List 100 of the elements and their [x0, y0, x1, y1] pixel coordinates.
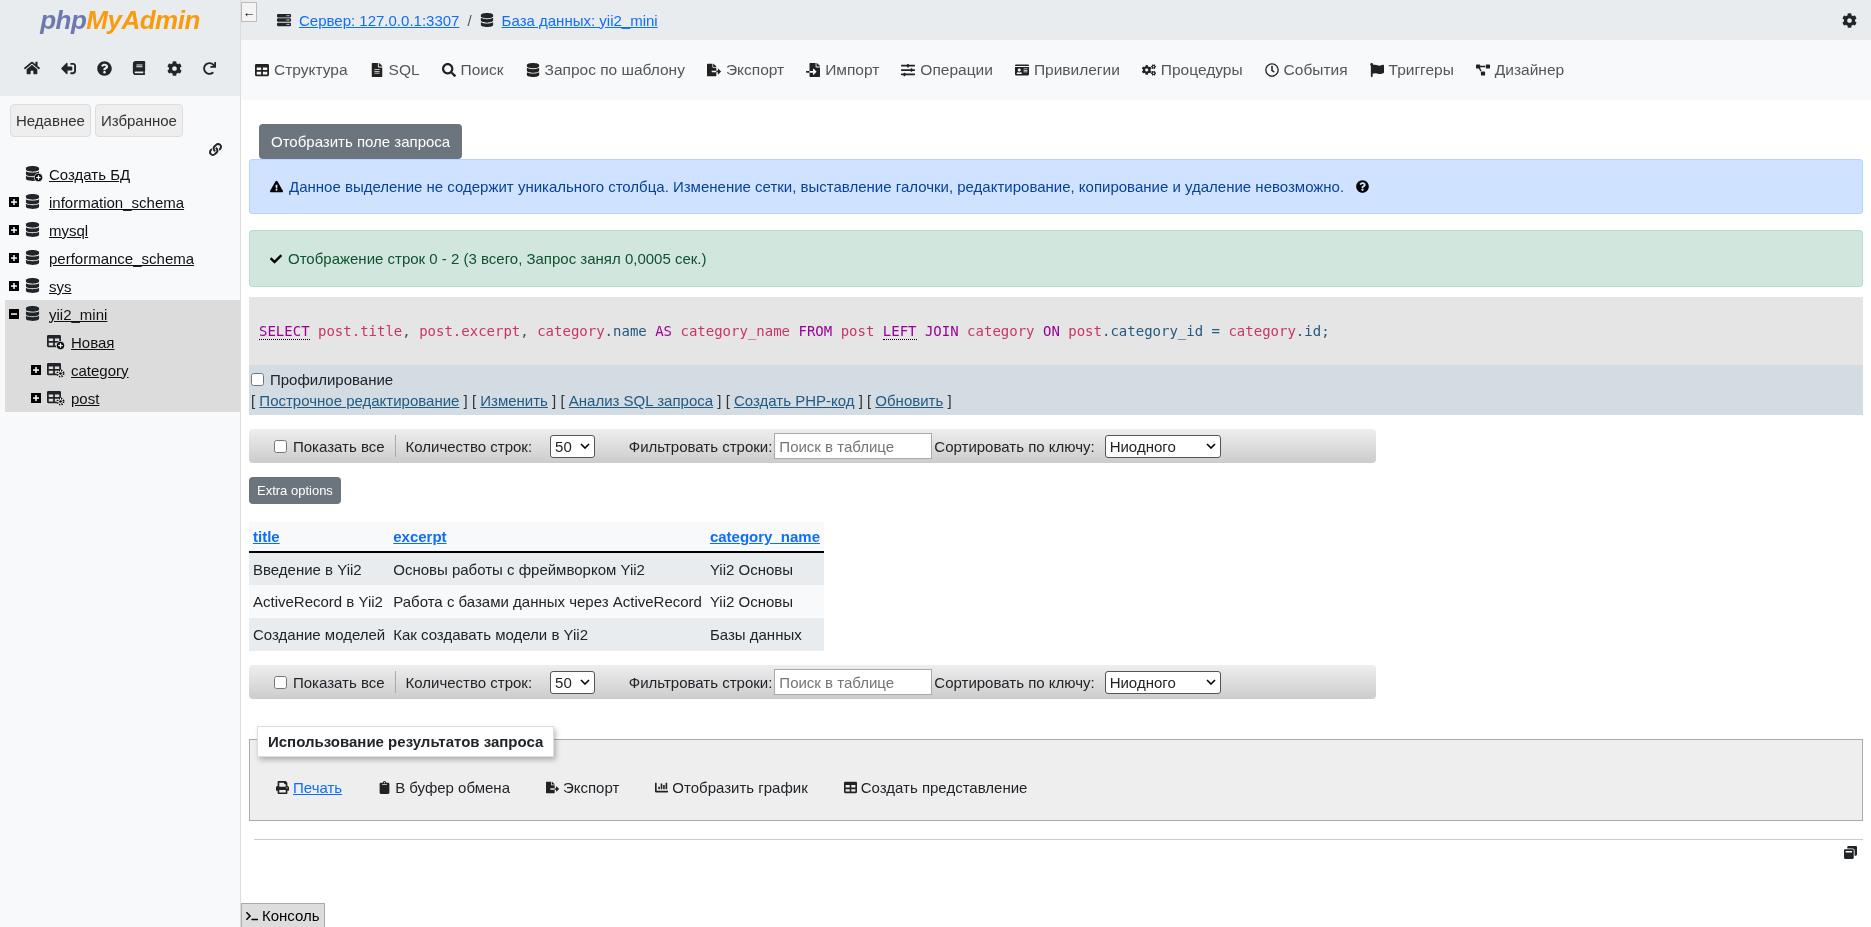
tab[interactable]: Запрос по шаблону: [525, 61, 685, 79]
logout-icon[interactable]: [61, 60, 76, 76]
expand-icon[interactable]: [9, 281, 19, 291]
tab[interactable]: Структура: [255, 61, 348, 79]
result-action[interactable]: Печать: [276, 778, 343, 796]
book-icon[interactable]: [132, 61, 147, 75]
expand-icon[interactable]: [9, 225, 19, 235]
tab[interactable]: Процедуры: [1141, 61, 1243, 79]
expand-icon[interactable]: [31, 365, 41, 375]
tree-row[interactable]: Создать БД: [5, 160, 240, 188]
settings-icon[interactable]: [1842, 12, 1857, 28]
filter-field[interactable]: Поиск в таблице: [774, 669, 933, 695]
tree-row[interactable]: information_schema: [5, 188, 240, 216]
rows-label: Количество строк:: [405, 437, 533, 455]
tree-row[interactable]: post: [5, 384, 240, 412]
tree-item-link[interactable]: performance_schema: [49, 249, 195, 267]
tree-row[interactable]: mysql: [5, 216, 240, 244]
result-action[interactable]: Создать представление: [843, 778, 1028, 796]
tab[interactable]: Импорт: [806, 61, 880, 79]
bracket: ]: [858, 392, 863, 409]
sort-label: Сортировать по ключу:: [934, 673, 1095, 691]
check-icon: [270, 252, 282, 265]
rows-select[interactable]: 50: [550, 670, 595, 694]
query-action-link[interactable]: Создать PHP-код: [733, 392, 855, 409]
column-sort-link[interactable]: excerpt: [393, 528, 447, 545]
tree-item-link[interactable]: mysql: [49, 221, 89, 239]
tree-item-link[interactable]: information_schema: [49, 193, 185, 211]
settings-icon[interactable]: [166, 60, 182, 76]
sql-query: SELECT post.title, post.excerpt, category.name AS category_name FROM post LEFT JOIN category ON post.category_id = category.id;: [249, 297, 1863, 365]
clipboard-icon: [378, 780, 392, 794]
help-icon[interactable]: [96, 60, 112, 76]
table-settings-icon: [47, 390, 65, 406]
caret-icon: [579, 443, 590, 449]
result-action[interactable]: Экспорт: [546, 778, 620, 796]
expand-icon[interactable]: [31, 393, 41, 403]
caret-icon: [1205, 443, 1216, 449]
home-icon[interactable]: [24, 60, 41, 76]
checkbox[interactable]: [274, 439, 287, 453]
result-action[interactable]: Отобразить график: [655, 778, 808, 796]
tree-row[interactable]: Новая: [5, 328, 240, 356]
tree-row[interactable]: performance_schema: [5, 244, 240, 272]
tab[interactable]: Привилегии: [1014, 61, 1120, 79]
tab[interactable]: Экспорт: [706, 61, 785, 79]
expand-icon[interactable]: [9, 253, 19, 263]
collapse-sidebar-button[interactable]: ←: [241, 2, 257, 22]
window-icon[interactable]: [1844, 846, 1857, 859]
filter-field[interactable]: Поиск в таблице: [774, 433, 933, 459]
sidebar-tab-button[interactable]: Избранное: [94, 104, 183, 137]
sort-select[interactable]: Ниодного: [1104, 670, 1221, 694]
tree-item-link[interactable]: category: [71, 361, 129, 379]
query-action-link[interactable]: Построчное редактирование: [259, 392, 460, 409]
tab[interactable]: Дизайнер: [1475, 61, 1565, 79]
tree-item-link[interactable]: Создать БД: [49, 165, 131, 183]
flag-icon: [1369, 63, 1384, 77]
table-cell: Yii2 Основы: [705, 552, 824, 585]
table-cell: Как создавать модели в Yii2: [389, 618, 706, 651]
collapse-icon[interactable]: [9, 309, 19, 319]
table-cell: Введение в Yii2: [249, 552, 390, 585]
import-icon: [806, 63, 821, 77]
table-cell: Yii2 Основы: [705, 585, 824, 618]
breadcrumb-link[interactable]: Сервер: 127.0.0.1:3307: [299, 11, 460, 29]
warning-icon: [270, 180, 283, 193]
reload-icon[interactable]: [202, 61, 216, 75]
column-sort-link[interactable]: title: [253, 528, 280, 545]
database-icon: [479, 13, 494, 27]
rows-select[interactable]: 50: [550, 434, 595, 458]
query-action-link[interactable]: Изменить: [480, 392, 548, 409]
sidebar-tab-button[interactable]: Недавнее: [10, 104, 91, 137]
tree-item-link[interactable]: yii2_mini: [49, 305, 108, 323]
tab[interactable]: SQL: [369, 61, 420, 79]
tree-row[interactable]: sys: [5, 272, 240, 300]
tree-item-link[interactable]: post: [71, 389, 100, 407]
link-icon[interactable]: [209, 143, 222, 156]
panel-legend: Использование результатов запроса: [257, 726, 555, 757]
tab[interactable]: Поиск: [441, 61, 504, 79]
terminal-icon: [246, 909, 258, 922]
tab[interactable]: Операции: [901, 61, 993, 79]
query-action-link[interactable]: Обновить: [875, 392, 944, 409]
help-icon[interactable]: [1356, 180, 1370, 193]
column-sort-link[interactable]: category_name: [709, 528, 820, 545]
result-action[interactable]: В буфер обмена: [378, 778, 510, 796]
tree-item-link[interactable]: Новая: [71, 333, 115, 351]
console-button[interactable]: Консоль: [241, 903, 325, 927]
extra-options-button[interactable]: Extra options: [249, 477, 341, 504]
table-icon: [255, 63, 269, 77]
bracket: [: [251, 392, 256, 409]
checkbox[interactable]: [251, 373, 264, 386]
tree-item-link[interactable]: sys: [49, 277, 72, 295]
bracket: ]: [717, 392, 722, 409]
tab[interactable]: Триггеры: [1369, 61, 1454, 79]
breadcrumb-link[interactable]: База данных: yii2_mini: [501, 11, 658, 29]
expand-icon[interactable]: [9, 197, 19, 207]
export-icon: [546, 780, 559, 794]
checkbox[interactable]: [274, 675, 287, 689]
query-action-link[interactable]: Анализ SQL запроса: [568, 392, 714, 409]
show-query-button[interactable]: Отобразить поле запроса: [259, 124, 463, 159]
sort-select[interactable]: Ниодного: [1104, 434, 1221, 458]
tab[interactable]: События: [1264, 61, 1348, 79]
tree-row[interactable]: category: [5, 356, 240, 384]
search-icon: [441, 63, 456, 77]
